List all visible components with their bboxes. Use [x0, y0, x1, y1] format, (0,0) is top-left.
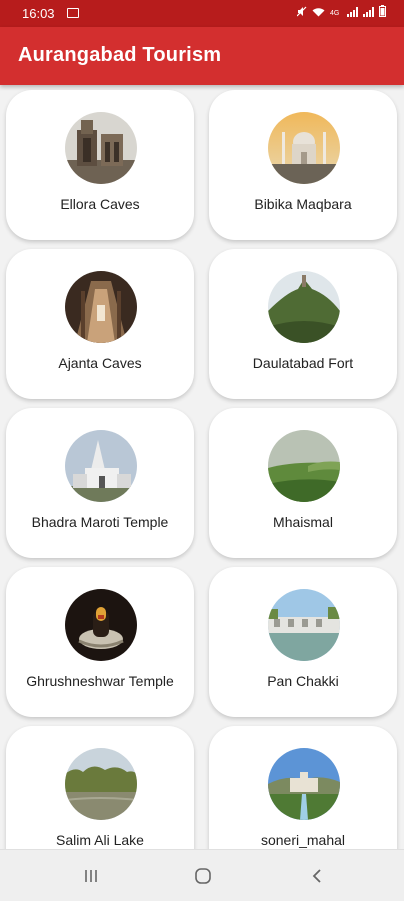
signal-icon — [347, 5, 358, 20]
place-name: Bhadra Maroti Temple — [31, 514, 169, 530]
bhadra-maroti-temple-photo — [65, 430, 137, 502]
battery-icon — [379, 5, 386, 20]
recent-apps-icon[interactable] — [76, 862, 106, 890]
place-name: Daulatabad Fort — [252, 355, 354, 371]
place-card-ellora-caves[interactable]: Ellora Caves — [6, 90, 194, 240]
place-name: Pan Chakki — [267, 673, 339, 689]
system-nav-bar — [0, 849, 404, 901]
app-title: Aurangabad Tourism — [18, 44, 222, 66]
place-card-bibika-maqbara[interactable]: Bibika Maqbara — [209, 90, 397, 240]
places-grid[interactable]: Ellora Caves Bibika Maqbara Ajanta Caves… — [0, 85, 404, 849]
place-name: Salim Ali Lake — [56, 832, 144, 848]
place-name: Ellora Caves — [60, 196, 140, 212]
place-card-ajanta-caves[interactable]: Ajanta Caves — [6, 249, 194, 399]
place-card-salim-ali-lake[interactable]: Salim Ali Lake — [6, 726, 194, 849]
status-bar: 16:03 4G — [0, 0, 404, 27]
place-card-soneri-mahal[interactable]: soneri_mahal — [209, 726, 397, 849]
mute-icon — [296, 5, 307, 20]
status-time: 16:03 — [22, 6, 55, 21]
status-icons: 4G — [296, 5, 386, 20]
place-card-pan-chakki[interactable]: Pan Chakki — [209, 567, 397, 717]
salim-ali-lake-photo — [65, 748, 137, 820]
lte-icon: 4G — [330, 5, 342, 20]
ellora-caves-photo — [65, 112, 137, 184]
place-card-ghrushneshwar-temple[interactable]: Ghrushneshwar Temple — [6, 567, 194, 717]
mhaismal-photo — [268, 430, 340, 502]
place-card-daulatabad-fort[interactable]: Daulatabad Fort — [209, 249, 397, 399]
wifi-icon — [312, 5, 325, 20]
place-name: soneri_mahal — [260, 832, 346, 848]
back-icon[interactable] — [302, 862, 332, 890]
bibika-maqbara-photo — [268, 112, 340, 184]
signal-icon-2 — [363, 5, 374, 20]
ajanta-caves-photo — [65, 271, 137, 343]
ghrushneshwar-temple-photo — [65, 589, 137, 661]
place-name: Bibika Maqbara — [254, 196, 352, 212]
place-name: Ajanta Caves — [58, 355, 142, 371]
svg-text:4G: 4G — [330, 10, 339, 17]
place-card-mhaismal[interactable]: Mhaismal — [209, 408, 397, 558]
place-name: Ghrushneshwar Temple — [26, 673, 174, 689]
home-icon[interactable] — [188, 862, 218, 890]
place-name: Mhaismal — [273, 514, 333, 530]
app-bar: Aurangabad Tourism — [0, 27, 404, 85]
gallery-notification-icon — [67, 8, 79, 18]
pan-chakki-photo — [268, 589, 340, 661]
daulatabad-fort-photo — [268, 271, 340, 343]
soneri-mahal-photo — [268, 748, 340, 820]
place-card-bhadra-maroti-temple[interactable]: Bhadra Maroti Temple — [6, 408, 194, 558]
